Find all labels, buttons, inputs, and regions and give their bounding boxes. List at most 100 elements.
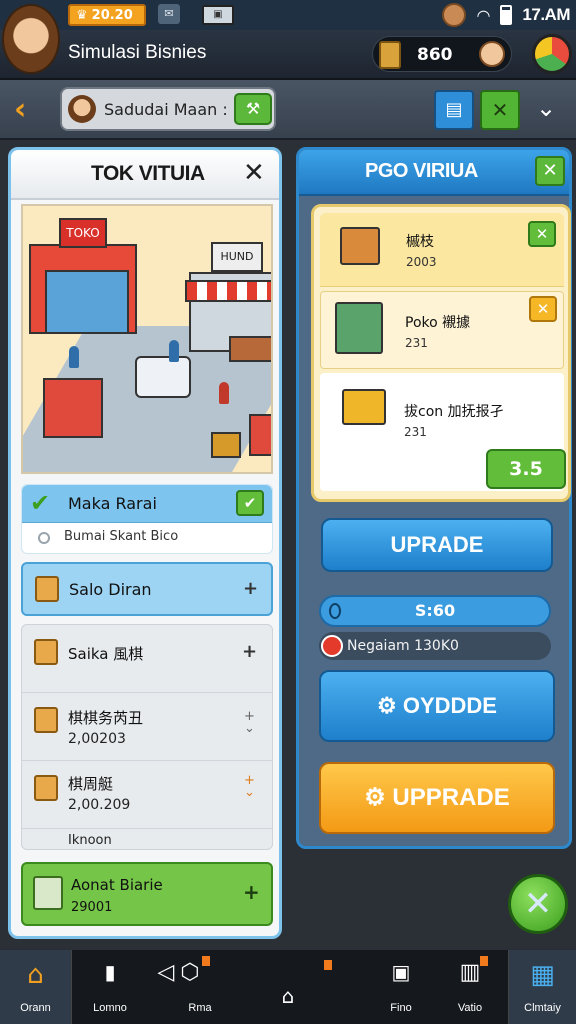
nav-bar: ‹ Sadudai Maan : ⚒ ▤ ✕ ⌄ bbox=[0, 80, 576, 140]
nav-item-stats[interactable]: ▥ Vatio bbox=[440, 950, 500, 1024]
shop-icon bbox=[340, 227, 380, 265]
nav-item-box[interactable]: ◁ ⬡ Rma bbox=[144, 950, 220, 1024]
title-bar: Simulasi Bisnies 860 bbox=[0, 4, 576, 80]
offer-item[interactable]: 槭枝 2003 ✕ bbox=[320, 213, 564, 287]
gear-icon: ⚙ bbox=[364, 784, 393, 811]
item-label: Salo Diran bbox=[69, 580, 152, 599]
gear-icon: ⚙ bbox=[377, 693, 403, 718]
task-subtitle: Bumai Skant Bico bbox=[64, 529, 179, 544]
list-item[interactable]: Saika 風棋 + bbox=[22, 625, 272, 693]
list-item-selected[interactable]: Salo Diran + bbox=[21, 562, 273, 616]
food-truck[interactable] bbox=[135, 356, 191, 398]
offer-decline-button[interactable]: ✕ bbox=[529, 296, 557, 322]
offer-name: Poko 襯據 bbox=[405, 315, 471, 331]
progress-label: S:60 bbox=[414, 601, 456, 620]
search-box[interactable]: Sadudai Maan : ⚒ bbox=[60, 87, 276, 131]
offer-list: 槭枝 2003 ✕ Poko 襯據 231 ✕ 拔con 加抚报孑 231 3.… bbox=[311, 204, 571, 502]
sort-arrows-icon[interactable]: + ⌄ bbox=[244, 774, 255, 799]
plus-icon[interactable]: + bbox=[242, 641, 257, 662]
store-panel-title: TOK VITUIA bbox=[91, 162, 205, 185]
stats-chart-button[interactable] bbox=[532, 34, 572, 74]
list-item[interactable]: 棋周艇 2,00.209 + ⌄ bbox=[22, 761, 272, 829]
back-button[interactable]: ‹ bbox=[14, 92, 26, 127]
close-icon[interactable]: ✕ bbox=[243, 158, 265, 188]
small-house[interactable] bbox=[43, 378, 103, 438]
customer-figure bbox=[169, 340, 179, 362]
back-triangle-icon: ◁ bbox=[157, 960, 175, 985]
close-button[interactable]: ✕ bbox=[535, 156, 565, 186]
market-stand bbox=[229, 336, 271, 362]
nav-item-home[interactable]: ⌂ Orann bbox=[0, 950, 72, 1024]
task-radio[interactable] bbox=[38, 532, 50, 544]
forklift-icon bbox=[342, 389, 386, 425]
produce-cart bbox=[211, 432, 241, 458]
business-item[interactable]: Aonat Biarie 29001 + bbox=[21, 862, 273, 926]
status-right: ◠ 17.AM bbox=[442, 3, 570, 27]
offer-name: 拔con 加抚报孑 bbox=[404, 404, 504, 420]
nav-item-label: Rma bbox=[188, 1002, 212, 1014]
task-name: Maka Rarai bbox=[68, 494, 157, 513]
offer-name: 槭枝 bbox=[406, 234, 434, 250]
nav-item-house[interactable]: ⌂ bbox=[260, 950, 316, 1024]
progress-bar: S:60 bbox=[319, 595, 551, 627]
nav-item-calendar[interactable]: ▦ Clmtaiy bbox=[508, 950, 576, 1024]
offer-accept-button[interactable]: ✕ bbox=[528, 221, 556, 247]
player-avatar[interactable] bbox=[2, 4, 60, 74]
market-sign: HUND bbox=[211, 242, 263, 272]
premium-upgrade-button[interactable]: ⚙ UPPRADE bbox=[319, 762, 555, 834]
business-name: Aonat Biarie bbox=[71, 876, 163, 894]
nav-item-phone[interactable]: ▮ Lomno bbox=[80, 950, 140, 1024]
sort-arrows-icon[interactable]: + ⌄ bbox=[244, 710, 255, 735]
close-fab-button[interactable]: ✕ bbox=[508, 874, 568, 934]
money-counter[interactable]: 860 bbox=[372, 36, 512, 72]
box-icon bbox=[34, 775, 58, 801]
badge bbox=[202, 956, 210, 966]
app-title: Simulasi Bisnies bbox=[68, 42, 207, 63]
bottom-nav: ⌂ Orann ▮ Lomno ◁ ⬡ Rma ⌂ ▣ Fino ▥ Vatio… bbox=[0, 948, 576, 1024]
grid-icon: ▦ bbox=[530, 960, 555, 990]
offer-item[interactable]: 拔con 加抚报孑 231 3.5 bbox=[320, 373, 566, 491]
alert-icon bbox=[321, 635, 343, 657]
inventory-name: 棋周艇 bbox=[68, 775, 114, 793]
badge bbox=[480, 956, 488, 966]
list-item[interactable]: 棋棋务芮丑 2,00203 + ⌄ bbox=[22, 693, 272, 761]
box-icon: ⬡ bbox=[180, 960, 200, 985]
chevron-down-icon[interactable]: ⌄ bbox=[536, 94, 556, 122]
upgrade-panel-header: PGO VIRIUA ✕ bbox=[299, 150, 569, 196]
box-icon bbox=[35, 576, 59, 602]
task-header: ✔ Maka Rarai ✔ bbox=[22, 485, 272, 523]
advisor-icon bbox=[479, 41, 505, 67]
badge bbox=[324, 960, 332, 970]
upgrade-button[interactable]: UPRADE bbox=[321, 518, 553, 572]
task-card[interactable]: ✔ Maka Rarai ✔ Bumai Skant Bico bbox=[21, 484, 273, 554]
tools-button[interactable]: ✕ bbox=[480, 90, 520, 130]
status-time: 17.AM bbox=[522, 5, 570, 24]
build-button[interactable]: ⚙ OYDDDE bbox=[319, 670, 555, 742]
plus-icon[interactable]: + bbox=[243, 880, 260, 904]
money-icon bbox=[379, 41, 401, 69]
document-button[interactable]: ▤ bbox=[434, 90, 474, 130]
shop-front bbox=[45, 270, 129, 334]
user-avatar-icon bbox=[68, 95, 96, 123]
task-confirm-button[interactable]: ✔ bbox=[236, 490, 264, 516]
inventory-value: 2,00.209 bbox=[68, 797, 131, 813]
offer-price-button[interactable]: 3.5 bbox=[486, 449, 566, 489]
offer-value: 2003 bbox=[406, 255, 437, 269]
info-line-text: Negaiam 130K0 bbox=[347, 638, 459, 654]
upgrade-panel: PGO VIRIUA ✕ 槭枝 2003 ✕ Poko 襯據 231 ✕ 拔co… bbox=[296, 147, 572, 849]
phone-icon: ▮ bbox=[104, 960, 116, 984]
status-coins-value: 20.20 bbox=[91, 7, 133, 23]
store-scene[interactable]: TOKO HUND bbox=[21, 204, 273, 474]
plus-icon[interactable]: + bbox=[243, 578, 258, 599]
hammer-icon[interactable]: ⚒ bbox=[234, 93, 272, 125]
nav-item-label: Lomno bbox=[93, 1002, 127, 1014]
customer-figure bbox=[69, 346, 79, 368]
progress-dot-icon bbox=[329, 603, 341, 619]
search-label: Sadudai Maan : bbox=[104, 100, 228, 119]
offer-value: 231 bbox=[404, 425, 427, 439]
nav-item-screen[interactable]: ▣ Fino bbox=[366, 950, 436, 1024]
offer-item[interactable]: Poko 襯據 231 ✕ bbox=[320, 291, 564, 369]
image-icon: ▣ bbox=[202, 5, 234, 25]
screen-icon: ▣ bbox=[391, 960, 411, 984]
home-icon: ⌂ bbox=[27, 960, 44, 990]
